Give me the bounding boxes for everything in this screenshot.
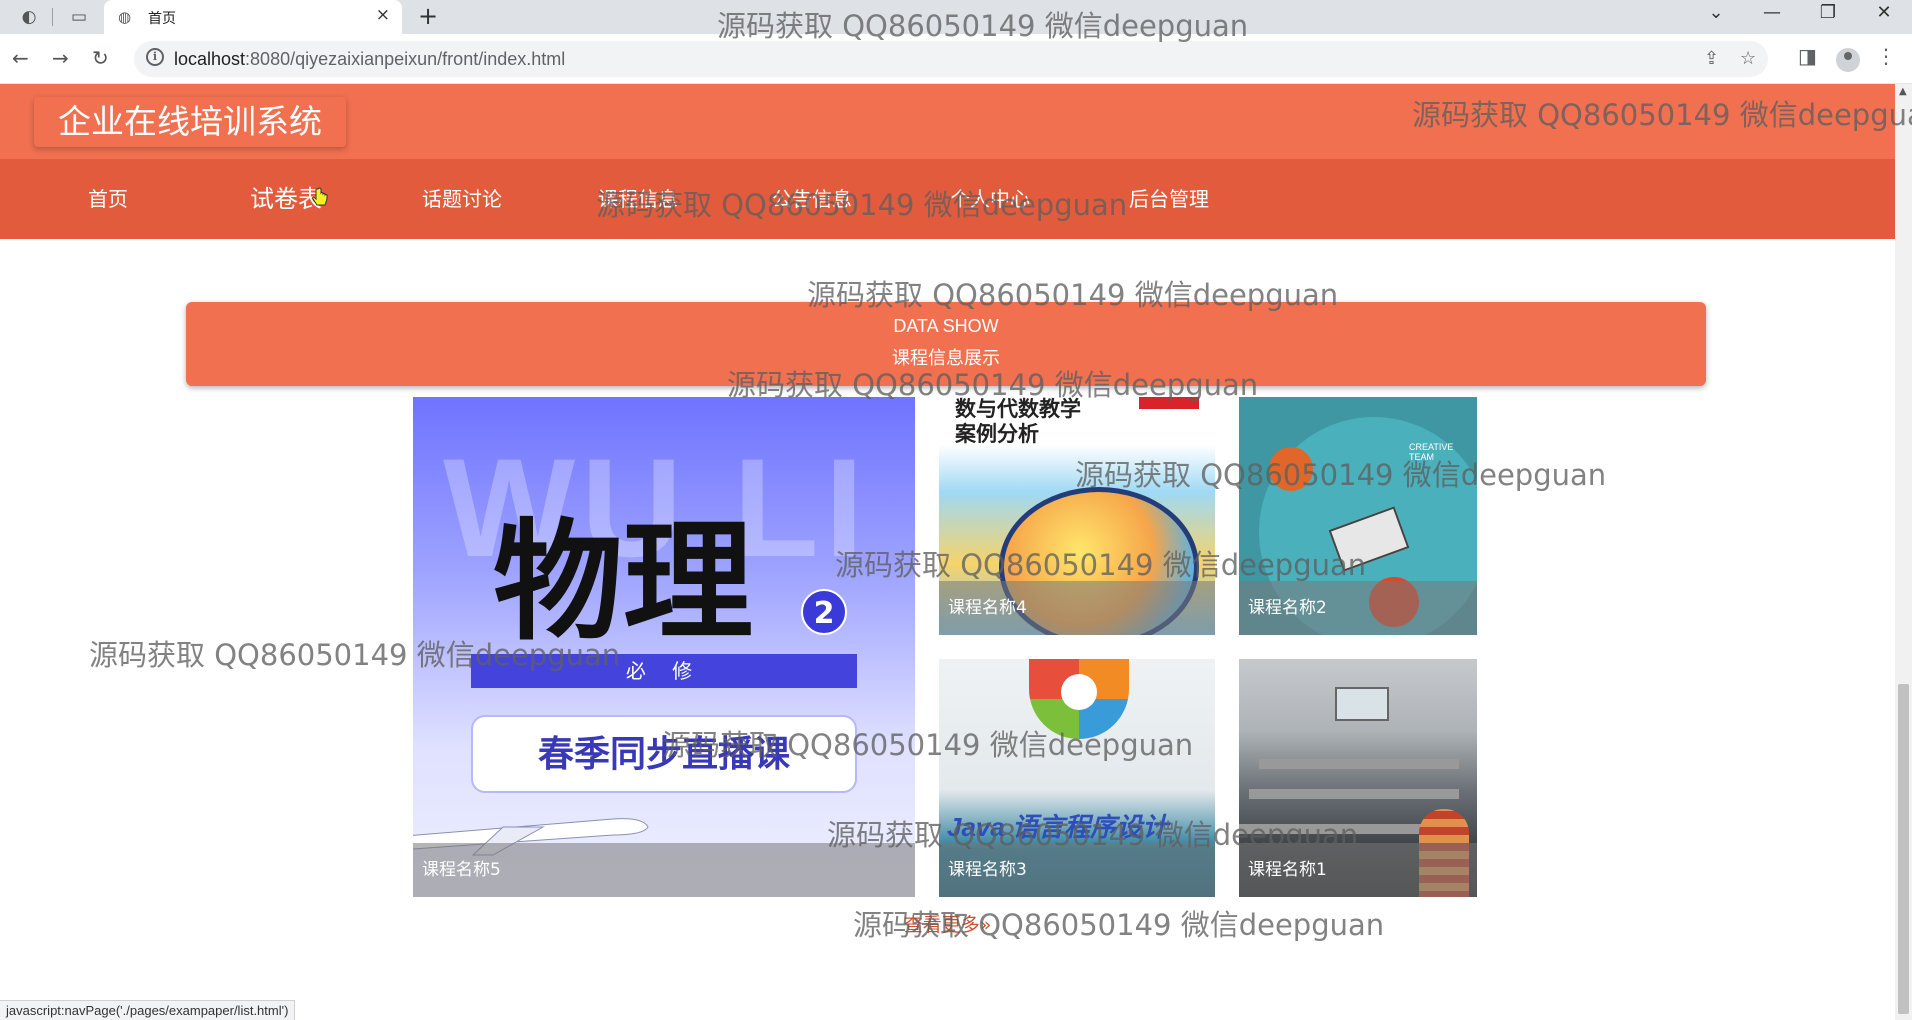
site-logo[interactable]: 企业在线培训系统 <box>34 97 346 147</box>
menu-kebab-icon[interactable]: ⋮ <box>1876 44 1896 68</box>
forward-icon[interactable]: → <box>52 46 69 70</box>
reload-icon[interactable]: ↻ <box>92 46 109 70</box>
tab-close-icon[interactable]: × <box>376 5 390 25</box>
scroll-up-arrow-icon[interactable]: ▲ <box>1899 86 1907 97</box>
tab-divider <box>52 8 53 26</box>
cover-title: CREATIVE TEAM <box>1409 442 1454 462</box>
logo-text: 企业在线培训系统 <box>58 102 322 141</box>
tab-search-dropdown-icon[interactable]: ⌄ <box>1696 2 1736 23</box>
java-cup-icon <box>1061 674 1097 710</box>
desk-row <box>1249 789 1459 799</box>
section-title-en: DATA SHOW <box>893 316 999 336</box>
hand-cursor-icon <box>312 187 328 206</box>
page-viewport: 企业在线培训系统 首页 试卷表 话题讨论 课程信息 公告信息 个人中心 后台管理… <box>0 84 1895 1020</box>
course-card-1[interactable]: 课程名称1 <box>1239 659 1477 897</box>
new-tab-button[interactable]: + <box>418 2 438 30</box>
restore-icon[interactable]: ❐ <box>1808 2 1848 23</box>
minimize-icon[interactable]: — <box>1752 2 1792 23</box>
scrollbar-thumb[interactable] <box>1898 684 1909 1014</box>
browser-tab-strip: ◐ ▭ ◍ 首页 × + ⌄ — ❐ ✕ <box>0 0 1912 34</box>
globe-icon: ◍ <box>118 8 132 26</box>
person-illustration <box>1269 447 1313 491</box>
cover-banner: 必 修 <box>471 654 857 688</box>
address-bar[interactable]: i localhost:8080/qiyezaixianpeixun/front… <box>134 41 1768 77</box>
course-name: 课程名称4 <box>939 581 1215 635</box>
cover-subtitle: 春季同步直播课 <box>471 715 857 793</box>
view-more-link[interactable]: 查看更多» <box>0 910 1895 937</box>
desk-row <box>1259 759 1459 769</box>
bookmark-star-icon[interactable]: ☆ <box>1740 48 1756 69</box>
nav-personal-center[interactable]: 个人中心 <box>950 159 1030 239</box>
projector-screen <box>1335 687 1389 721</box>
page-scrollbar[interactable]: ▲ <box>1895 84 1912 1020</box>
pinned-tab-icon[interactable]: ▭ <box>62 4 96 30</box>
course-name: 课程名称5 <box>413 843 915 897</box>
cover-title: 物理 <box>493 505 754 658</box>
nav-admin[interactable]: 后台管理 <box>1129 159 1209 239</box>
share-icon[interactable]: ⇪ <box>1704 48 1719 69</box>
site-info-icon[interactable]: i <box>146 48 164 66</box>
course-name: 课程名称2 <box>1239 581 1477 635</box>
course-name: 课程名称3 <box>939 843 1215 897</box>
nav-course-info[interactable]: 课程信息 <box>598 159 678 239</box>
active-tab[interactable]: ◍ 首页 × <box>104 0 402 34</box>
cover-title: 数与代数教学 案例分析 <box>955 397 1081 446</box>
nav-home[interactable]: 首页 <box>88 159 128 239</box>
browser-toolbar: ← → ↻ i localhost:8080/qiyezaixianpeixun… <box>0 34 1912 84</box>
tab-search-icon[interactable]: ◐ <box>12 4 46 30</box>
site-header: 企业在线培训系统 <box>0 84 1895 159</box>
sidebar-icon[interactable]: ◨ <box>1798 44 1817 68</box>
window-close-icon[interactable]: ✕ <box>1864 2 1904 23</box>
cover-title: Java 语言程序设计 <box>947 812 1169 842</box>
course-card-4[interactable]: 数与代数教学 案例分析 课程名称4 <box>939 397 1215 635</box>
back-icon[interactable]: ← <box>12 46 29 70</box>
course-name: 课程名称1 <box>1239 843 1477 897</box>
profile-avatar[interactable] <box>1836 48 1860 72</box>
course-card-2[interactable]: CREATIVE TEAM 课程名称2 <box>1239 397 1477 635</box>
section-header: DATA SHOW 课程信息展示 <box>186 302 1706 386</box>
cover-badge: 2 <box>801 589 847 635</box>
tab-title: 首页 <box>148 11 176 27</box>
course-card-5[interactable]: WU LI 物理 2 必 修 春季同步直播课 课程名称5 <box>413 397 915 897</box>
status-bar-url: javascript:navPage('./pages/exampaper/li… <box>0 1000 296 1020</box>
nav-topic-discussion[interactable]: 话题讨论 <box>422 159 502 239</box>
nav-announcements[interactable]: 公告信息 <box>772 159 852 239</box>
section-title-zh: 课程信息展示 <box>892 348 1000 369</box>
url-text[interactable]: localhost:8080/qiyezaixianpeixun/front/i… <box>174 49 565 70</box>
main-nav: 首页 试卷表 话题讨论 课程信息 公告信息 个人中心 后台管理 <box>0 159 1895 239</box>
cover-decoration <box>1139 397 1199 409</box>
course-card-3[interactable]: Java 语言程序设计 课程名称3 <box>939 659 1215 897</box>
